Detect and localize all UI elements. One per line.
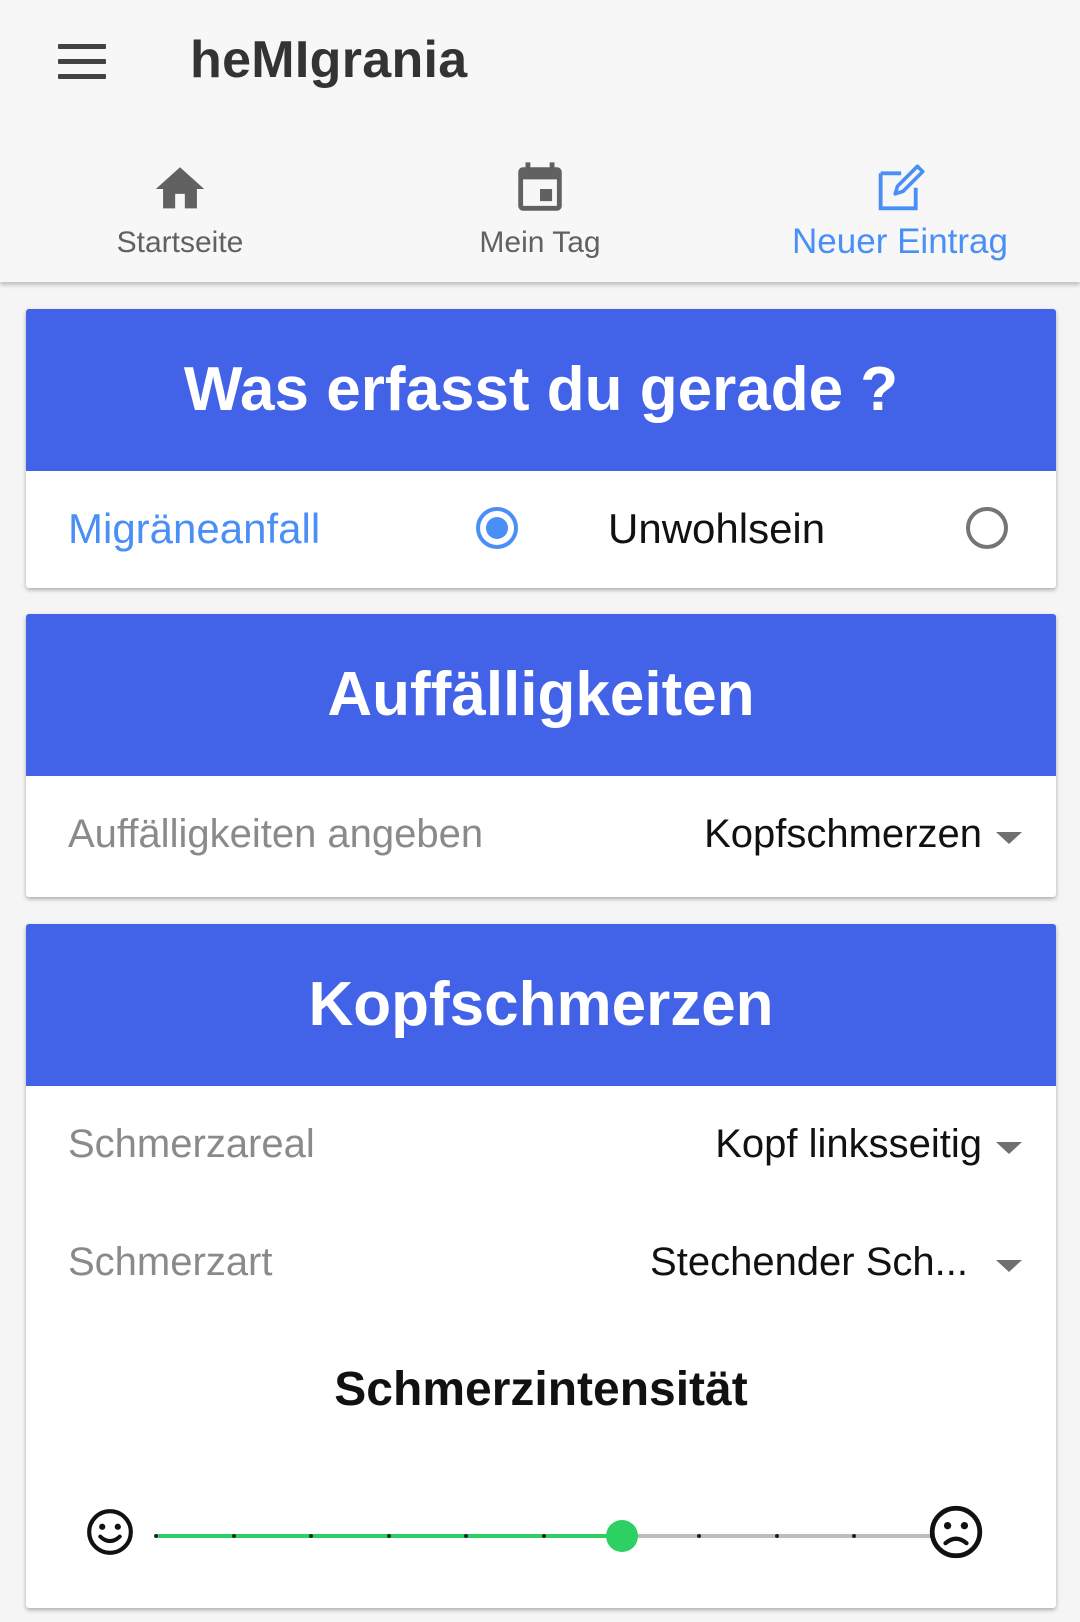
headache-card: Kopfschmerzen Schmerzareal Kopf linkssei… bbox=[26, 924, 1056, 1608]
app-title: heMIgrania bbox=[190, 31, 468, 89]
symptoms-label: Auffälligkeiten angeben bbox=[68, 812, 484, 856]
chevron-down-icon[interactable] bbox=[996, 832, 1022, 844]
pain-area-value[interactable]: Kopf linksseitig bbox=[715, 1122, 982, 1167]
home-icon bbox=[155, 167, 205, 209]
slider-tick bbox=[231, 1534, 236, 1538]
slider-tick bbox=[542, 1534, 546, 1538]
intensity-title: Schmerzintensität bbox=[334, 1363, 748, 1416]
pain-type-label: Schmerzart bbox=[68, 1240, 273, 1284]
radio-label-migraeneanfall: Migräneanfall bbox=[68, 505, 321, 552]
slider-tick bbox=[774, 1534, 779, 1538]
chevron-down-icon[interactable] bbox=[996, 1260, 1022, 1272]
menu-icon[interactable] bbox=[58, 44, 106, 80]
slider-tick bbox=[386, 1534, 391, 1538]
entry-type-options: Migräneanfall Unwohlsein bbox=[26, 471, 1056, 588]
symptoms-value[interactable]: Kopfschmerzen bbox=[704, 812, 982, 857]
entry-type-card: Was erfasst du gerade ? Migräneanfall Un… bbox=[26, 309, 1056, 588]
radio-migraeneanfall[interactable] bbox=[476, 507, 518, 549]
pain-type-value[interactable]: Stechender Sch... bbox=[650, 1240, 968, 1285]
sad-face-icon bbox=[929, 1505, 983, 1559]
slider-thumb[interactable] bbox=[605, 1520, 638, 1552]
pain-area-label: Schmerzareal bbox=[68, 1122, 315, 1166]
tab-neuer-eintrag[interactable]: Neuer Eintrag bbox=[720, 130, 1080, 282]
tab-bar: Startseite Mein Tag Neuer Eintrag bbox=[0, 130, 1080, 282]
symptoms-card: Auffälligkeiten Auffälligkeiten angeben … bbox=[26, 614, 1056, 897]
happy-face-icon bbox=[87, 1509, 133, 1555]
app-bar: heMIgrania bbox=[0, 0, 1080, 130]
chevron-down-icon[interactable] bbox=[996, 1142, 1022, 1154]
entry-type-header: Was erfasst du gerade ? bbox=[26, 309, 1056, 471]
tab-label: Mein Tag bbox=[479, 226, 601, 259]
intensity-slider[interactable] bbox=[154, 1514, 934, 1558]
calendar-icon bbox=[518, 162, 562, 211]
radio-label-unwohlsein: Unwohlsein bbox=[608, 505, 826, 552]
tab-mein-tag[interactable]: Mein Tag bbox=[360, 130, 720, 282]
tab-startseite[interactable]: Startseite bbox=[0, 130, 360, 282]
pain-type-select[interactable]: Schmerzart Stechender Sch... bbox=[26, 1204, 1056, 1322]
headache-header: Kopfschmerzen bbox=[26, 924, 1056, 1086]
tab-label: Startseite bbox=[116, 226, 244, 259]
radio-unwohlsein[interactable] bbox=[966, 507, 1008, 549]
pain-area-select[interactable]: Schmerzareal Kopf linksseitig bbox=[26, 1086, 1056, 1204]
symptoms-header: Auffälligkeiten bbox=[26, 614, 1056, 776]
symptoms-select[interactable]: Auffälligkeiten angeben Kopfschmerzen bbox=[26, 776, 1056, 894]
slider-tick bbox=[154, 1534, 158, 1538]
edit-icon bbox=[878, 164, 925, 211]
tab-label: Neuer Eintrag bbox=[792, 222, 1008, 261]
